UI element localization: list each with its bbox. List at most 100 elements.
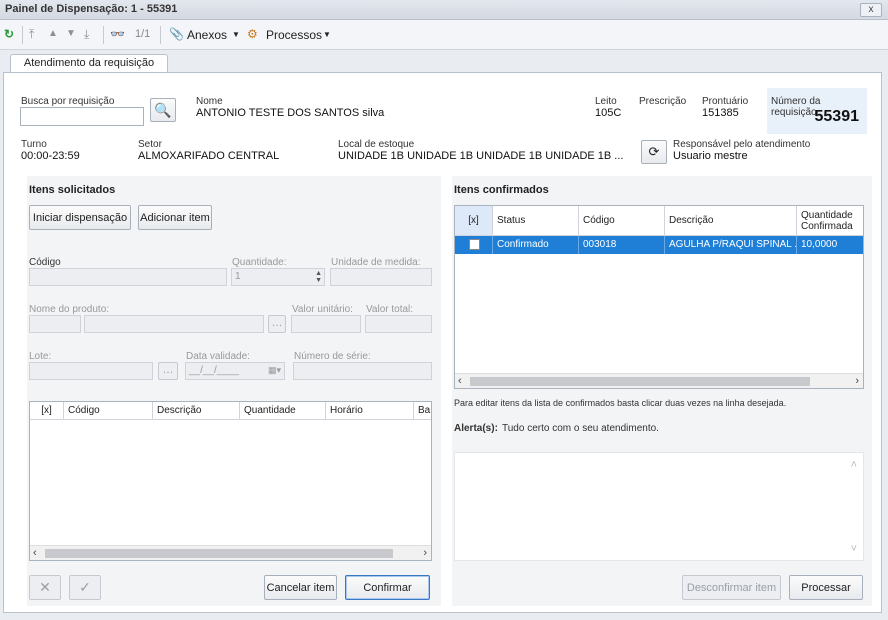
first-record-icon[interactable]: ⤒ bbox=[29, 27, 34, 42]
data-validade-label: Data validade: bbox=[186, 351, 250, 362]
prontuario-value: 151385 bbox=[702, 107, 739, 119]
itens-confirmados-grid[interactable]: [x] Status Código Descrição Quantidade C… bbox=[454, 205, 864, 389]
grid-header-descricao[interactable]: Descrição bbox=[665, 206, 797, 236]
scroll-up-icon[interactable]: ˄ bbox=[851, 459, 857, 471]
search-icon: 🔍 bbox=[154, 102, 172, 118]
nome-produto-input[interactable] bbox=[84, 315, 264, 333]
numero-requisicao-box: Número da requisição 55391 bbox=[767, 88, 867, 134]
check-item-button[interactable]: ✓ bbox=[69, 575, 101, 600]
grid-header-quantidade[interactable]: Quantidade bbox=[240, 402, 326, 420]
valor-total-input[interactable] bbox=[365, 315, 432, 333]
valor-unitario-input[interactable] bbox=[291, 315, 361, 333]
prontuario-label: Prontuário bbox=[702, 96, 749, 107]
search-button[interactable]: 🔍 bbox=[150, 98, 176, 122]
data-validade-value: __/__/____ bbox=[189, 365, 240, 376]
toolbar: ↻ ⤒ ▲ ▼ ⤓ 👓 1/1 📎 Anexos ▼ ⚙ Processos ▼ bbox=[0, 20, 888, 50]
scroll-down-icon[interactable]: ˅ bbox=[851, 543, 857, 555]
unidade-input[interactable] bbox=[330, 268, 432, 286]
local-value: UNIDADE 1B UNIDADE 1B UNIDADE 1B UNIDADE… bbox=[338, 150, 624, 162]
binoculars-icon[interactable]: 👓 bbox=[110, 27, 125, 41]
quantidade-stepper[interactable]: 1 ▲ ▼ bbox=[231, 268, 325, 286]
scroll-thumb[interactable] bbox=[470, 377, 810, 386]
check-icon: ✓ bbox=[79, 579, 91, 595]
anexos-menu[interactable]: Anexos bbox=[187, 28, 227, 42]
scroll-right-icon[interactable]: › bbox=[423, 547, 427, 559]
row-checkbox[interactable] bbox=[455, 236, 493, 254]
toolbar-separator bbox=[22, 26, 23, 44]
refresh-icon: ⟳ bbox=[648, 144, 660, 159]
grid-header-quantidade-confirmada[interactable]: Quantidade Confirmada bbox=[797, 206, 863, 236]
horizontal-scrollbar[interactable]: ‹ › bbox=[30, 545, 431, 560]
itens-confirmados-title: Itens confirmados bbox=[454, 184, 549, 196]
refresh-icon[interactable]: ↻ bbox=[4, 27, 14, 41]
valor-unitario-label: Valor unitário: bbox=[292, 304, 353, 315]
grid-header-horario[interactable]: Horário bbox=[326, 402, 414, 420]
chevron-down-icon[interactable]: ▼ bbox=[232, 30, 240, 39]
processar-button[interactable]: Processar bbox=[789, 575, 863, 600]
lote-label: Lote: bbox=[29, 351, 52, 362]
table-row[interactable]: Confirmado 003018 AGULHA P/RAQUI SPINAL … bbox=[455, 236, 863, 254]
unidade-label: Unidade de medida: bbox=[331, 257, 421, 268]
grid-header-codigo[interactable]: Código bbox=[579, 206, 665, 236]
calendar-icon[interactable]: ▦▾ bbox=[268, 365, 281, 376]
local-label: Local de estoque bbox=[338, 139, 415, 150]
adicionar-item-button[interactable]: Adicionar item bbox=[138, 205, 212, 230]
nome-value: ANTONIO TESTE DOS SANTOS silva bbox=[196, 107, 385, 119]
iniciar-dispensacao-button[interactable]: Iniciar dispensação bbox=[29, 205, 131, 230]
horizontal-scrollbar[interactable]: ‹ › bbox=[455, 373, 863, 388]
leito-value: 105C bbox=[595, 107, 622, 119]
row-status: Confirmado bbox=[493, 236, 579, 254]
close-button[interactable]: x bbox=[860, 3, 882, 17]
scroll-left-icon[interactable]: ‹ bbox=[458, 375, 462, 387]
tab-strip: Atendimento da requisição bbox=[0, 50, 888, 73]
numero-serie-input[interactable] bbox=[293, 362, 432, 380]
scroll-thumb[interactable] bbox=[45, 549, 393, 558]
scroll-right-icon[interactable]: › bbox=[855, 375, 859, 387]
page-indicator: 1/1 bbox=[135, 28, 151, 40]
cancelar-item-button[interactable]: Cancelar item bbox=[264, 575, 337, 600]
row-quantidade: 10,0000 bbox=[797, 236, 863, 254]
quantidade-value: 1 bbox=[235, 271, 241, 282]
responsavel-label: Responsável pelo atendimento bbox=[673, 139, 811, 150]
codigo-input[interactable] bbox=[29, 268, 227, 286]
produto-codigo-input[interactable] bbox=[29, 315, 81, 333]
tab-atendimento[interactable]: Atendimento da requisição bbox=[10, 54, 168, 73]
produto-lookup-button[interactable]: … bbox=[268, 315, 286, 333]
grid-header-codigo[interactable]: Código bbox=[64, 402, 153, 420]
desconfirmar-item-button[interactable]: Desconfirmar item bbox=[682, 575, 781, 600]
window-title: Painel de Dispensação: 1 - 55391 bbox=[5, 3, 178, 15]
itens-solicitados-grid[interactable]: [x] Código Descrição Quantidade Horário … bbox=[29, 401, 432, 561]
previous-record-icon[interactable]: ▲ bbox=[48, 28, 58, 39]
toolbar-separator bbox=[160, 26, 161, 44]
leito-label: Leito bbox=[595, 96, 617, 107]
grid-header-check[interactable]: [x] bbox=[455, 206, 493, 236]
grid-header-ba[interactable]: Ba bbox=[414, 402, 431, 420]
lote-lookup-button[interactable]: … bbox=[158, 362, 178, 380]
row-descricao: AGULHA P/RAQUI SPINAL ... bbox=[665, 236, 797, 254]
processos-menu[interactable]: Processos bbox=[266, 28, 322, 42]
busca-label: Busca por requisição bbox=[21, 96, 115, 107]
refresh-responsavel-button[interactable]: ⟳ bbox=[641, 140, 667, 164]
grid-header-status[interactable]: Status bbox=[493, 206, 579, 236]
alerta-label: Alerta(s): bbox=[454, 423, 498, 434]
grid-header-check[interactable]: [x] bbox=[30, 402, 64, 420]
scroll-left-icon[interactable]: ‹ bbox=[33, 547, 37, 559]
itens-solicitados-title: Itens solicitados bbox=[29, 184, 116, 196]
paperclip-icon: 📎 bbox=[169, 27, 184, 41]
toolbar-separator bbox=[103, 26, 104, 44]
confirmar-button[interactable]: Confirmar bbox=[345, 575, 430, 600]
prescricao-label: Prescrição bbox=[639, 96, 687, 107]
grid-header-descricao[interactable]: Descrição bbox=[153, 402, 240, 420]
alerta-value: Tudo certo com o seu atendimento. bbox=[502, 423, 659, 434]
spinner-icon[interactable]: ▲ ▼ bbox=[315, 270, 322, 284]
data-validade-input[interactable]: __/__/____ ▦▾ bbox=[185, 362, 285, 380]
responsavel-value: Usuario mestre bbox=[673, 150, 748, 162]
remove-item-button[interactable]: ✕ bbox=[29, 575, 61, 600]
next-record-icon[interactable]: ▼ bbox=[66, 28, 76, 39]
busca-input[interactable] bbox=[20, 107, 144, 126]
last-record-icon[interactable]: ⤓ bbox=[84, 27, 89, 42]
lote-input[interactable] bbox=[29, 362, 153, 380]
numero-value: 55391 bbox=[814, 108, 860, 125]
checkbox-icon[interactable] bbox=[469, 239, 480, 250]
chevron-down-icon[interactable]: ▼ bbox=[323, 30, 331, 39]
